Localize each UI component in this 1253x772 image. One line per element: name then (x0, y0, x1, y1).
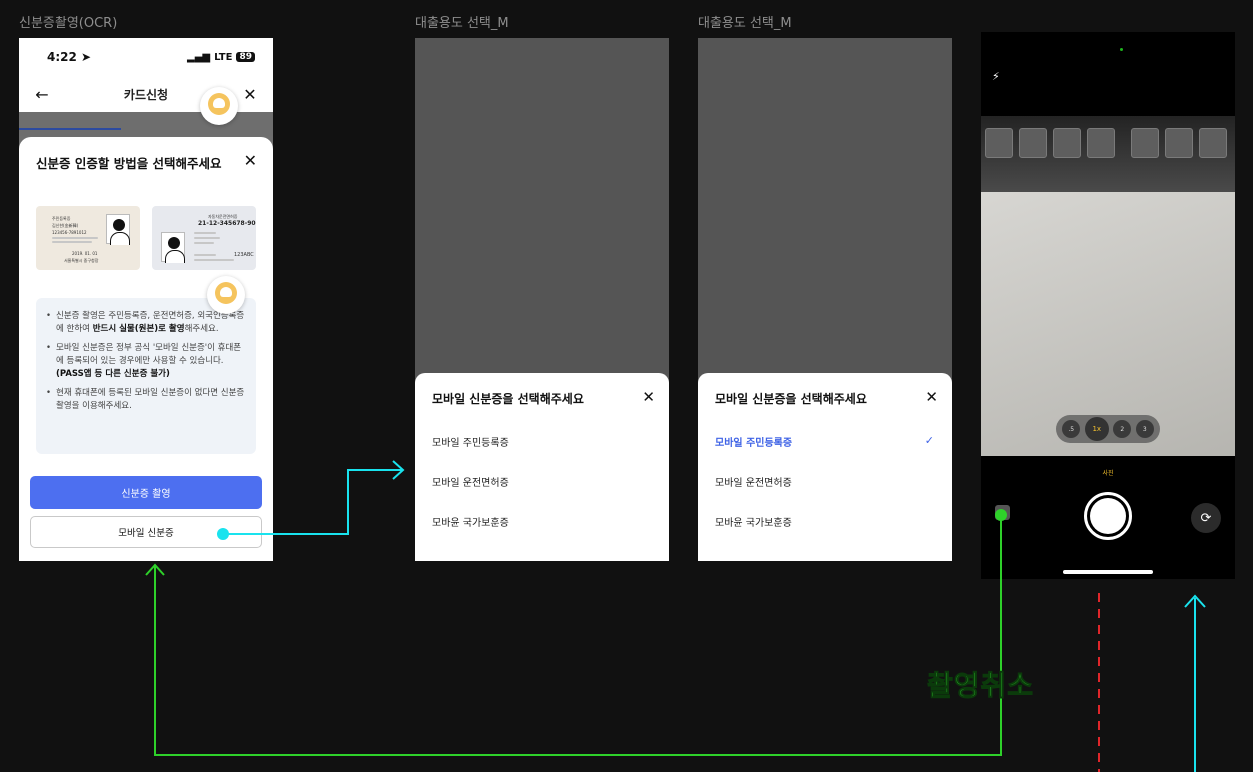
green-flow-arrow (154, 515, 1002, 756)
flow-arrows (145, 460, 1206, 772)
cyan-flow-start-dot (217, 528, 229, 540)
cyan-flow-arrow (222, 469, 402, 535)
cancel-capture-label: 촬영취소 (926, 669, 1035, 703)
green-flow-start-dot (995, 509, 1007, 521)
